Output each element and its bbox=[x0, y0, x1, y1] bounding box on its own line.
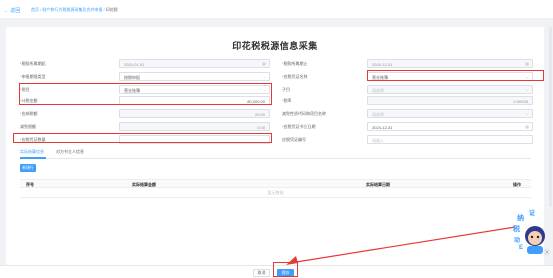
field-doc-no: 应税凭证编号 请输入 bbox=[282, 135, 533, 145]
relief-amount-label: 减免税额 bbox=[20, 124, 36, 129]
breadcrumb: 首页 / 财产和行为税税源采集及合并申报 / 印花税 bbox=[31, 7, 118, 13]
period-end-label: 税款所属期止 bbox=[283, 61, 308, 66]
highlight-box-tax-item-basis bbox=[19, 83, 272, 105]
breadcrumb-current: 印花税 bbox=[105, 7, 118, 12]
field-tax-rate: *税率 0.00025 bbox=[282, 96, 533, 106]
doc-no-input[interactable]: 请输入 bbox=[367, 135, 533, 144]
cancel-button[interactable]: 取消 bbox=[253, 269, 270, 277]
add-row-button[interactable]: 新增行 bbox=[20, 164, 36, 172]
highlight-box-save bbox=[273, 262, 298, 277]
highlight-box-item-name bbox=[367, 70, 544, 81]
tax-rate-input[interactable]: 0.00025 bbox=[367, 96, 533, 105]
back-button[interactable]: ← 返回 bbox=[4, 7, 20, 14]
assistant-mascot[interactable]: 纳 证 税 动 E bbox=[500, 200, 553, 260]
relief-amount-input[interactable]: 0.00 bbox=[119, 122, 270, 131]
field-relief-code: 减免性质代码和项目名称 请选择 ⌄ bbox=[282, 109, 533, 119]
tax-rate-label: 税率 bbox=[283, 98, 292, 103]
highlight-box-doc-count bbox=[13, 133, 272, 143]
mascot-text-2: 证 bbox=[529, 211, 536, 217]
doc-date-label: 应税凭证书立日期 bbox=[283, 124, 316, 129]
top-bar: ← 返回 首页 / 财产和行为税税源采集及合并申报 / 印花税 bbox=[0, 0, 553, 19]
mascot-text-1: 纳 bbox=[517, 215, 524, 222]
period-end-input[interactable]: 2024-12-31 ▦ bbox=[367, 59, 533, 68]
doc-no-label: 应税凭证编号 bbox=[282, 137, 306, 142]
period-start-input[interactable]: 2024-01-01 ▦ bbox=[119, 59, 270, 68]
tax-payable-label: 应纳税额 bbox=[21, 111, 38, 116]
relief-code-select[interactable]: 请选择 ⌄ bbox=[367, 109, 533, 118]
table-header: 序号 实际结算金额 实际结算日期 操作 bbox=[20, 179, 531, 188]
field-declare-type: *申报期限类型 按期申报 ⌄ bbox=[20, 72, 270, 82]
tab-settlement[interactable]: 实际结算信息 bbox=[20, 149, 44, 155]
doc-date-input[interactable]: 2024-12-31 ▦ bbox=[367, 122, 533, 131]
tab-active-indicator bbox=[20, 157, 46, 159]
field-relief-amount: 减免税额 0.00 bbox=[20, 122, 270, 132]
sub-item-select[interactable]: 请选择 ⌄ bbox=[367, 85, 533, 94]
tax-payable-input[interactable]: 20.00 bbox=[119, 109, 270, 118]
breadcrumb-declare[interactable]: 财产和行为税税源采集及合并申报 bbox=[42, 7, 102, 12]
chevron-down-icon: ⌄ bbox=[525, 110, 529, 116]
page-title: 印花税税源信息采集 bbox=[232, 42, 318, 52]
breadcrumb-home[interactable]: 首页 bbox=[31, 7, 39, 12]
mascot-text-4: 动 bbox=[514, 238, 521, 244]
chevron-down-icon: ⌄ bbox=[525, 86, 529, 92]
chevron-down-icon: ⌄ bbox=[262, 73, 266, 79]
field-period-end: *税款所属期止 2024-12-31 ▦ bbox=[282, 59, 533, 69]
declare-type-select[interactable]: 按期申报 ⌄ bbox=[119, 72, 270, 81]
field-doc-date: *应税凭证书立日期 2024-12-31 ▦ bbox=[282, 122, 533, 132]
annotation-arrow bbox=[286, 226, 516, 265]
field-tax-payable: *应纳税额 20.00 bbox=[20, 109, 270, 119]
calendar-icon: ▦ bbox=[525, 61, 529, 66]
item-name-label: 应税凭证名称 bbox=[283, 74, 308, 79]
calendar-icon: ▦ bbox=[262, 61, 266, 66]
period-start-label: 税款所属期起 bbox=[21, 61, 46, 66]
table-empty-row: 暂无数据 bbox=[20, 188, 531, 198]
mascot-illustration bbox=[525, 226, 551, 256]
tab-divider bbox=[20, 158, 531, 159]
relief-code-label: 减免性质代码和项目名称 bbox=[282, 111, 326, 116]
field-period-start: *税款所属期起 2024-01-01 ▦ bbox=[20, 59, 270, 69]
calendar-icon: ▦ bbox=[525, 124, 529, 129]
arrow-left-icon: ← bbox=[4, 8, 9, 14]
field-sub-item: 子目 请选择 ⌄ bbox=[282, 85, 533, 95]
mascot-text-3: 税 bbox=[513, 226, 520, 233]
declare-type-label: 申报期限类型 bbox=[21, 74, 46, 79]
tab-counterparty[interactable]: 对方书立人信息 bbox=[56, 149, 84, 155]
sub-item-label: 子目 bbox=[282, 87, 290, 92]
back-label: 返回 bbox=[10, 8, 21, 14]
mascot-text-5: E bbox=[519, 245, 524, 251]
scrollbar[interactable] bbox=[549, 27, 552, 207]
